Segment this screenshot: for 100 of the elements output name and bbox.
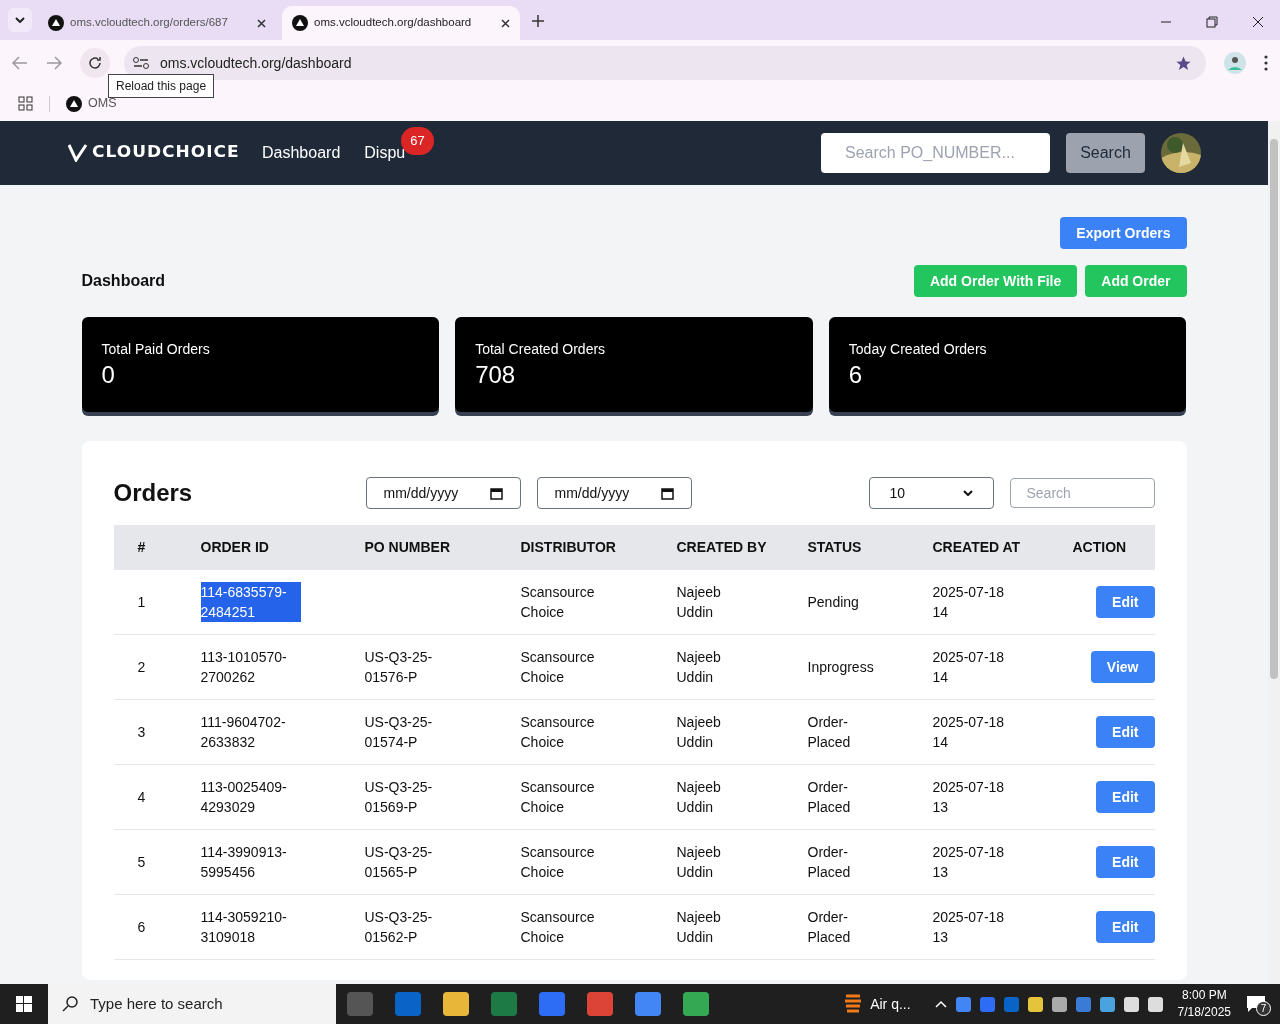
address-bar[interactable]: oms.vcloudtech.org/dashboard xyxy=(124,46,1206,80)
table-cell-text: 2025-07-18 14 xyxy=(932,713,1006,752)
edit-button[interactable]: Edit xyxy=(1096,716,1155,748)
column-header: PO NUMBER xyxy=(364,539,451,555)
row-number: 6 xyxy=(137,918,146,937)
table-cell-text: Scansource Choice xyxy=(520,713,596,752)
row-number: 2 xyxy=(137,658,146,677)
table-cell-text: Pending xyxy=(807,593,860,612)
stat-label: Total Paid Orders xyxy=(101,340,211,359)
table-cell: 114-6835579-2484251 xyxy=(200,582,301,622)
weather-icon[interactable] xyxy=(844,993,863,1015)
site-settings-icon[interactable] xyxy=(132,56,150,70)
triangle-logo-icon xyxy=(292,15,308,31)
column-header: STATUS xyxy=(807,539,862,555)
back-arrow-icon[interactable] xyxy=(12,56,28,70)
page-title: Dashboard xyxy=(81,271,167,291)
column-header: DISTRIBUTOR xyxy=(520,539,616,555)
triangle-logo-icon xyxy=(66,95,82,112)
tab-list-button[interactable] xyxy=(8,8,32,32)
column-header: # xyxy=(137,539,146,555)
edit-button[interactable]: Edit xyxy=(1096,586,1155,618)
search-field[interactable]: Search PO_NUMBER... xyxy=(821,133,1050,173)
search-field[interactable]: Search xyxy=(1009,478,1155,508)
nav-link[interactable]: Dashboard xyxy=(262,141,341,165)
column-header: ORDER ID xyxy=(200,539,269,555)
close-icon[interactable] xyxy=(1252,16,1264,28)
row-number: 1 xyxy=(137,593,146,612)
table-cell-text: Najeeb Uddin xyxy=(676,648,722,687)
table-cell-text: Najeeb Uddin xyxy=(676,843,722,882)
browser-tab[interactable]: oms.vcloudtech.org/dashboard xyxy=(282,6,520,40)
stat-value: 6 xyxy=(848,360,864,390)
brand-logo[interactable]: CLOUDCHOICE xyxy=(92,141,240,165)
more-menu-icon[interactable] xyxy=(1264,55,1268,71)
edit-button[interactable]: Edit xyxy=(1096,846,1155,878)
table-cell-text: Najeeb Uddin xyxy=(676,583,722,622)
search-icon xyxy=(62,996,78,1012)
calendar-icon[interactable] xyxy=(489,486,503,500)
stat-value: 0 xyxy=(101,360,116,390)
taskbar-search-field[interactable]: Type here to search xyxy=(48,984,336,1024)
notification-count: 7 xyxy=(1256,1001,1271,1016)
date-field[interactable]: mm/dd/yyyy xyxy=(365,477,521,509)
row-number: 3 xyxy=(137,723,146,742)
edit-button[interactable]: Edit xyxy=(1096,781,1155,813)
row-number: 4 xyxy=(137,788,146,807)
table-cell-text: 2025-07-18 14 xyxy=(932,648,1006,687)
tray-icon[interactable] xyxy=(1027,996,1043,1012)
table-cell-text: Order-Placed xyxy=(807,908,852,947)
table-cell-text: 2025-07-18 13 xyxy=(932,908,1006,947)
tray-icon[interactable] xyxy=(1123,996,1139,1012)
new-tab-icon[interactable] xyxy=(532,15,544,27)
tray-icon[interactable] xyxy=(1147,996,1163,1012)
table-cell-text: 113-0025409-4293029 xyxy=(200,778,288,817)
table-cell-text: Najeeb Uddin xyxy=(676,908,722,947)
table-cell-text: 2025-07-18 14 xyxy=(932,583,1006,622)
reload-button[interactable] xyxy=(80,48,110,78)
search-button[interactable]: Search xyxy=(1066,133,1145,173)
weather-text[interactable]: Air q... xyxy=(870,993,911,1015)
close-icon[interactable] xyxy=(501,18,510,28)
restore-icon[interactable] xyxy=(1206,16,1218,28)
table-cell-text: 2025-07-18 13 xyxy=(932,843,1006,882)
calendar-icon[interactable] xyxy=(660,486,674,500)
tray-icon[interactable] xyxy=(1051,996,1067,1012)
table-cell-text: Scansource Choice xyxy=(520,908,596,947)
table-cell-text: Scansource Choice xyxy=(520,778,596,817)
export-button[interactable]: Export Orders xyxy=(1060,217,1187,249)
stat-label: Total Created Orders xyxy=(475,340,607,359)
clock-date[interactable]: 7/18/2025 xyxy=(1177,1004,1231,1021)
table-cell-text: US-Q3-25-01574-P xyxy=(364,713,434,752)
table-cell-text: Najeeb Uddin xyxy=(676,778,722,817)
chevron-up-icon[interactable] xyxy=(934,1000,947,1008)
view-button[interactable]: View xyxy=(1090,651,1155,683)
chevron-down-icon xyxy=(15,17,25,23)
tooltip: Reload this page xyxy=(108,74,215,98)
table-cell-text: Order-Placed xyxy=(807,713,852,752)
url-text: oms.vcloudtech.org/dashboard xyxy=(160,53,353,73)
table-cell-text: Scansource Choice xyxy=(520,648,596,687)
column-header: CREATED AT xyxy=(932,539,1021,555)
apps-grid-icon[interactable] xyxy=(18,96,33,111)
edit-button[interactable]: Edit xyxy=(1096,911,1155,943)
column-header: CREATED BY xyxy=(676,539,767,555)
stat-label: Today Created Orders xyxy=(848,340,988,359)
date-field[interactable]: mm/dd/yyyy xyxy=(536,477,692,509)
forward-arrow-icon[interactable] xyxy=(46,56,62,70)
stat-value: 708 xyxy=(475,360,517,390)
windows-start-icon[interactable] xyxy=(16,996,32,1012)
table-cell-text: US-Q3-25-01565-P xyxy=(364,843,434,882)
star-icon[interactable] xyxy=(1175,54,1192,72)
clock-time[interactable]: 8:00 PM xyxy=(1181,987,1227,1004)
table-cell-text: 2025-07-18 13 xyxy=(932,778,1006,817)
column-header: ACTION xyxy=(1072,539,1127,555)
reload-icon xyxy=(88,56,102,70)
table-cell-text: Scansource Choice xyxy=(520,583,596,622)
close-icon[interactable] xyxy=(257,18,266,28)
page-size-select[interactable]: 10 xyxy=(868,477,994,509)
browser-tab[interactable]: oms.vcloudtech.org/orders/687 xyxy=(38,6,276,40)
profile-avatar-icon[interactable] xyxy=(1224,52,1246,74)
table-cell-text: Scansource Choice xyxy=(520,843,596,882)
tray-icon[interactable] xyxy=(1099,996,1115,1012)
table-cell-text: 111-9604702-2633832 xyxy=(200,713,287,752)
table-cell-text: 114-3059210-3109018 xyxy=(200,908,288,947)
